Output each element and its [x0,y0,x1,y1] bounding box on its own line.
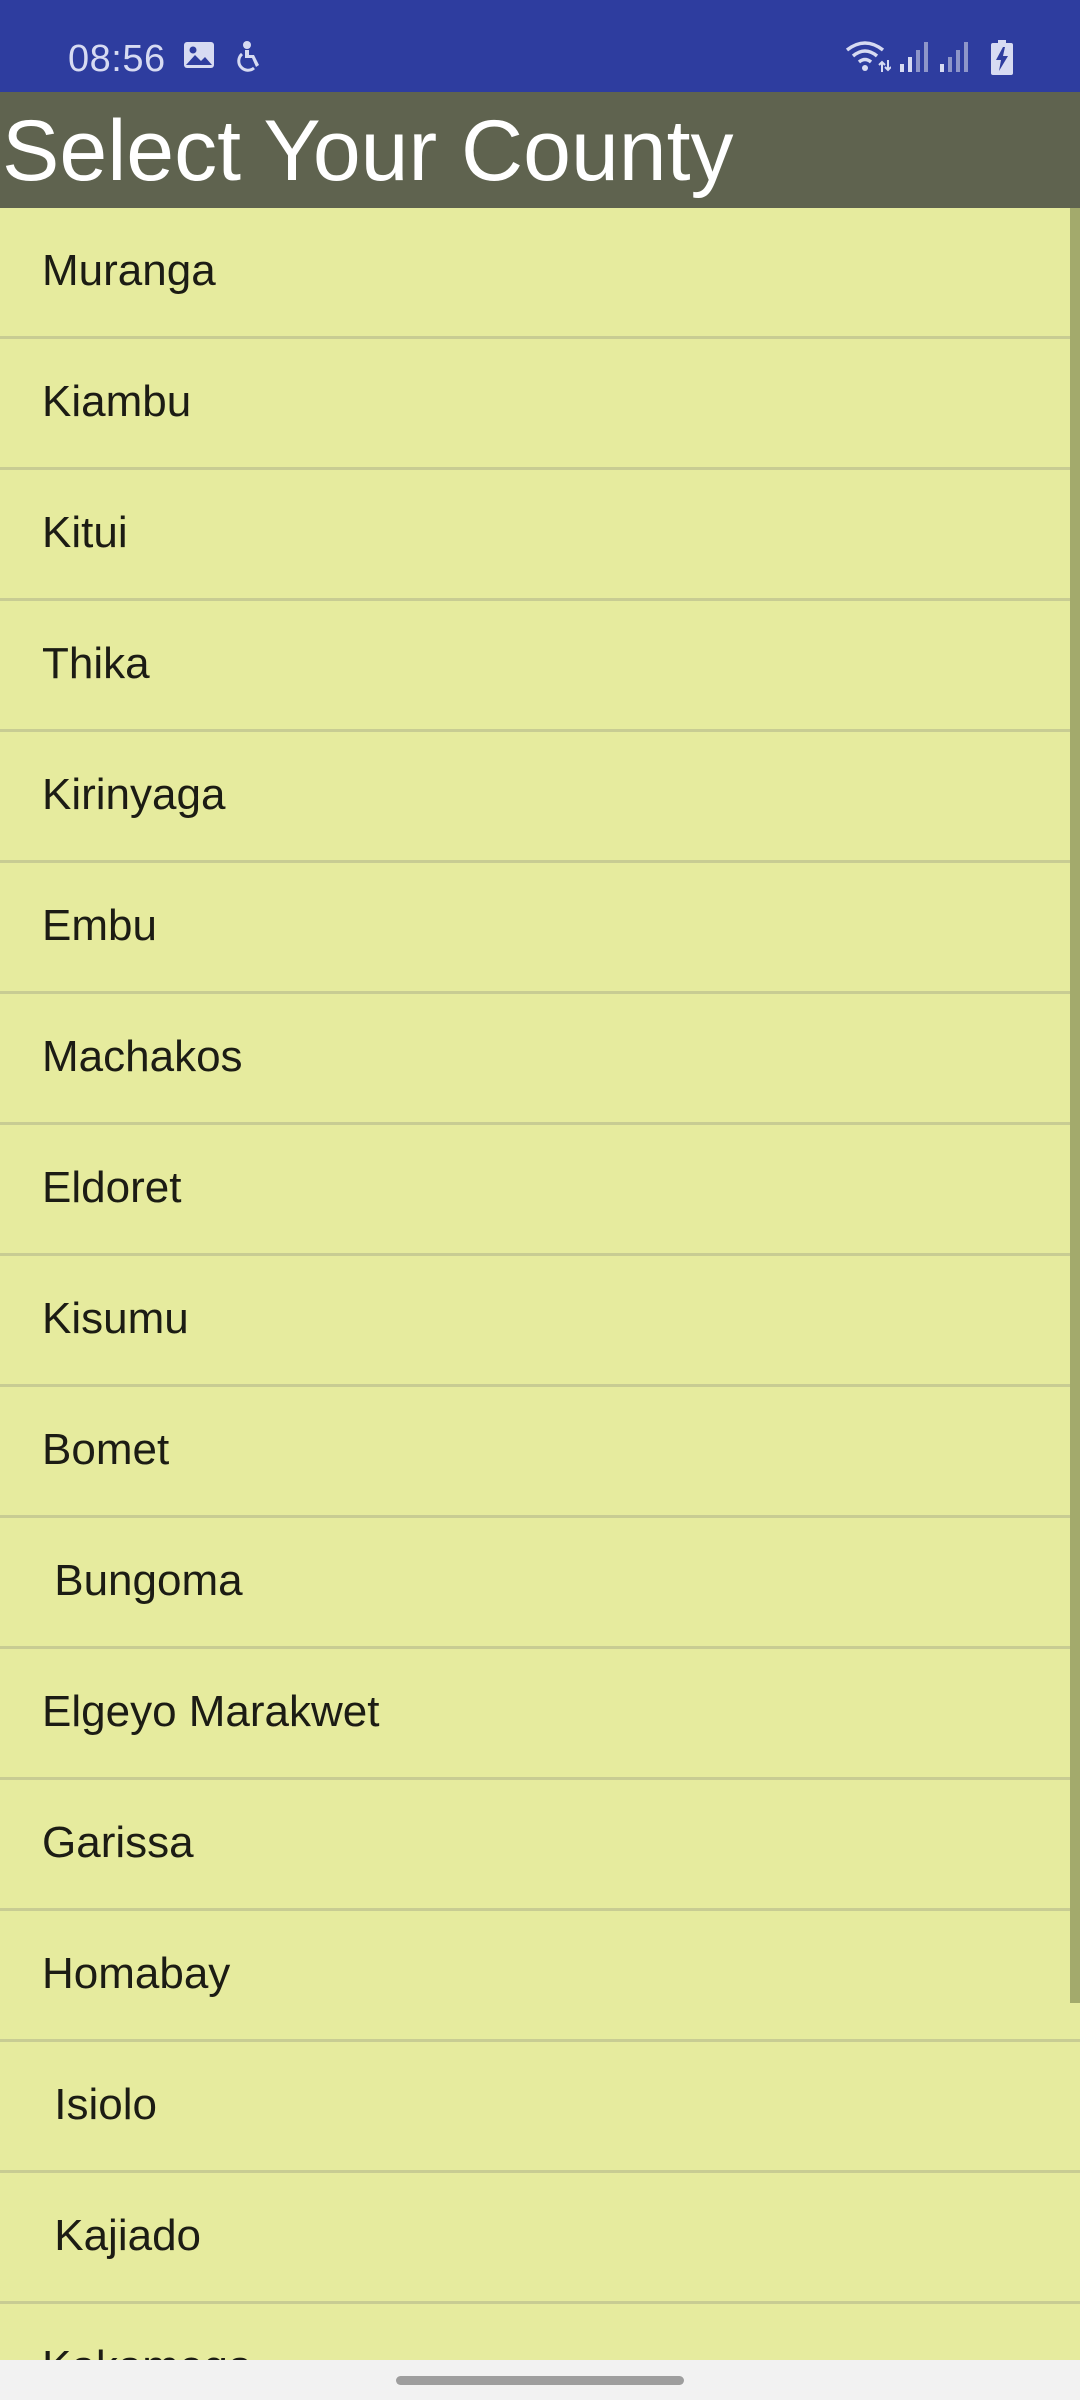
county-list-item[interactable]: Embu [0,863,1080,994]
status-bar: 08:56 [0,0,1080,92]
gallery-icon [182,40,216,75]
county-label: Eldoret [42,1163,182,1212]
signal-icon [898,40,932,79]
county-label: Bomet [42,1425,170,1474]
signal-icon [938,40,972,79]
county-list-item[interactable]: Garissa [0,1780,1080,1911]
county-list-item[interactable]: Kisumu [0,1256,1080,1387]
county-list-item[interactable]: Kitui [0,470,1080,601]
county-label: Thika [42,639,150,688]
scrollbar[interactable] [1070,208,1080,2003]
county-list-item[interactable]: Elgeyo Marakwet [0,1649,1080,1780]
county-label: Muranga [42,246,216,295]
county-label: Isiolo [42,2080,157,2129]
county-label: Kakamega [42,2342,252,2360]
county-label: Kitui [42,508,128,557]
accessibility-icon [232,40,264,77]
county-list-item[interactable]: Homabay [0,1911,1080,2042]
county-list-item[interactable]: Kajiado [0,2173,1080,2304]
county-label: Homabay [42,1949,231,1998]
county-label: Garissa [42,1818,194,1867]
county-label: Elgeyo Marakwet [42,1687,380,1736]
county-list-item[interactable]: Bomet [0,1387,1080,1518]
county-list-item[interactable]: Kiambu [0,339,1080,470]
page-title: Select Your County [2,103,734,199]
county-list-item[interactable]: Isiolo [0,2042,1080,2173]
app-bar: Select Your County [0,92,1080,208]
navigation-bar [0,2360,1080,2400]
county-label: Kirinyaga [42,770,226,819]
county-list-item[interactable]: Muranga [0,208,1080,339]
county-list-item[interactable]: Kakamega [0,2304,1080,2360]
status-time: 08:56 [68,38,166,80]
county-label: Kajiado [42,2211,202,2260]
county-list-item[interactable]: Kirinyaga [0,732,1080,863]
county-label: Bungoma [42,1556,243,1605]
county-list[interactable]: Muranga Kiambu Kitui Thika Kirinyaga Emb… [0,208,1080,2360]
county-list-item[interactable]: Thika [0,601,1080,732]
county-label: Embu [42,901,157,950]
county-label: Kisumu [42,1294,189,1343]
county-label: Machakos [42,1032,243,1081]
county-list-item[interactable]: Machakos [0,994,1080,1125]
county-label: Kiambu [42,377,192,426]
county-list-item[interactable]: Bungoma [0,1518,1080,1649]
battery-charging-icon [990,40,1014,81]
home-gesture-handle[interactable] [396,2376,684,2385]
county-list-item[interactable]: Eldoret [0,1125,1080,1256]
wifi-icon [845,40,892,79]
